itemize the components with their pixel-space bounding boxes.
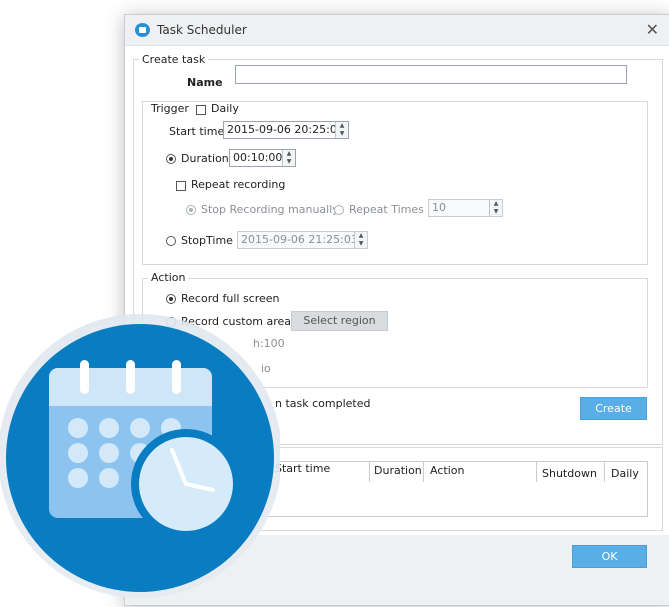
daily-label: Daily bbox=[211, 102, 239, 115]
stoptime-value: 2015-09-06 21:25:03 bbox=[241, 233, 358, 246]
column-divider bbox=[423, 462, 424, 482]
duration-input[interactable]: 00:10:00 ▲ ▼ bbox=[229, 149, 296, 167]
trigger-label: Trigger bbox=[148, 102, 192, 115]
repeat-times-value: 10 bbox=[432, 201, 446, 214]
window-title: Task Scheduler bbox=[157, 23, 247, 37]
create-task-label: Create task bbox=[139, 53, 209, 66]
stoptime-label: StopTime bbox=[181, 234, 233, 247]
repeat-times-spin[interactable]: ▲ ▼ bbox=[489, 200, 502, 216]
duration-radio[interactable] bbox=[166, 154, 176, 164]
create-button[interactable]: Create bbox=[580, 397, 647, 420]
column-start-time: Start time bbox=[275, 462, 331, 475]
task-completed-label: n task completed bbox=[275, 397, 371, 410]
column-divider bbox=[536, 462, 537, 482]
repeat-times-label: Repeat Times bbox=[349, 203, 424, 216]
name-label: Name bbox=[187, 76, 223, 89]
select-region-button[interactable]: Select region bbox=[291, 311, 388, 331]
close-icon[interactable]: ✕ bbox=[646, 20, 659, 39]
column-shutdown: Shutdown bbox=[542, 467, 597, 480]
repeat-recording-label: Repeat recording bbox=[191, 178, 286, 191]
stoptime-spin[interactable]: ▲ ▼ bbox=[354, 232, 367, 248]
repeat-recording-checkbox[interactable] bbox=[176, 181, 186, 191]
start-time-value: 2015-09-06 20:25:03 bbox=[227, 123, 344, 136]
ok-button[interactable]: OK bbox=[572, 545, 647, 568]
repeat-times-input[interactable]: 10 ▲ ▼ bbox=[428, 199, 503, 217]
column-duration: Duration bbox=[374, 464, 422, 477]
column-daily: Daily bbox=[611, 467, 639, 480]
app-icon bbox=[135, 23, 150, 37]
calendar-badge bbox=[0, 302, 282, 604]
name-input[interactable] bbox=[235, 65, 627, 84]
action-label: Action bbox=[148, 271, 189, 284]
start-time-label: Start time bbox=[169, 125, 225, 138]
stop-manually-label: Stop Recording manually bbox=[201, 203, 339, 216]
column-action: Action bbox=[430, 464, 465, 477]
spin-up-icon[interactable]: ▲ ▼ bbox=[335, 122, 348, 138]
duration-label: Duration bbox=[181, 152, 229, 165]
spin-down-icon[interactable]: ▲ ▼ bbox=[282, 150, 295, 166]
calendar-clock-icon bbox=[0, 314, 282, 598]
column-divider bbox=[369, 462, 370, 482]
start-time-input[interactable]: 2015-09-06 20:25:03 ▲ ▼ bbox=[223, 121, 349, 139]
column-divider bbox=[604, 462, 605, 482]
duration-value: 00:10:00 bbox=[233, 151, 283, 164]
daily-checkbox[interactable] bbox=[196, 105, 206, 115]
stoptime-input[interactable]: 2015-09-06 21:25:03 ▲ ▼ bbox=[237, 231, 368, 249]
stoptime-radio[interactable] bbox=[166, 236, 176, 246]
stop-manually-radio[interactable] bbox=[186, 205, 196, 215]
repeat-times-radio[interactable] bbox=[334, 205, 344, 215]
title-bar: Task Scheduler ✕ bbox=[125, 15, 669, 46]
